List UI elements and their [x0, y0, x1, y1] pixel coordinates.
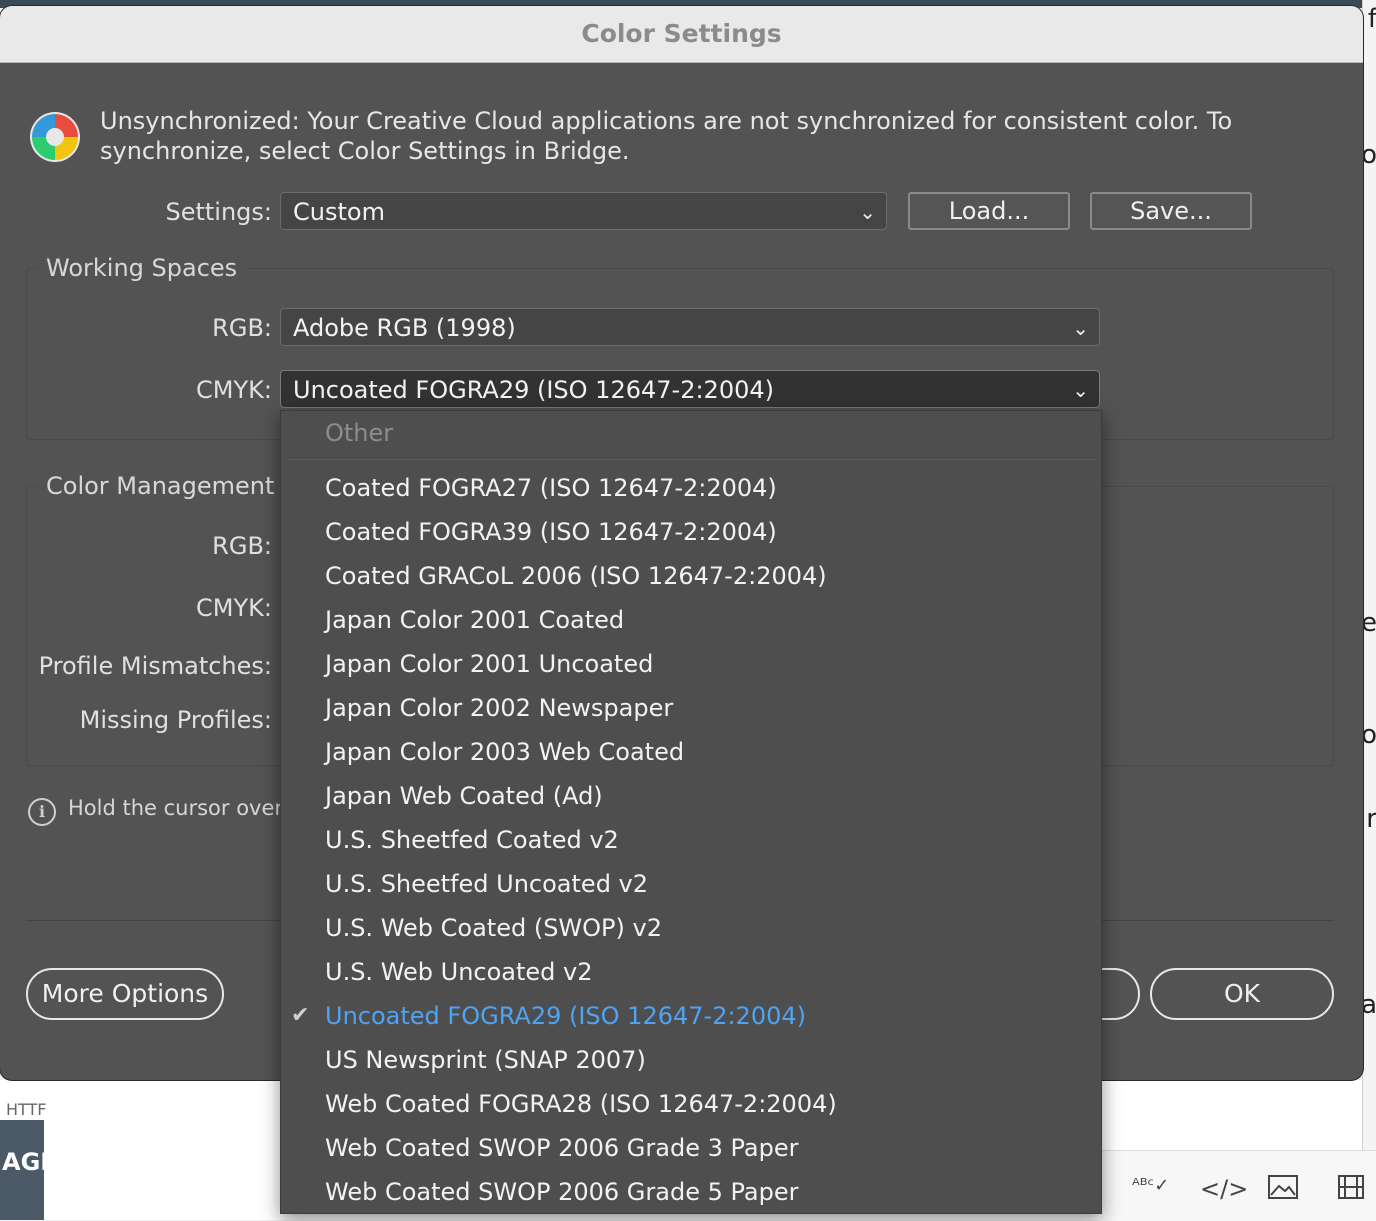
- save-button[interactable]: Save...: [1090, 192, 1252, 230]
- bg-http-text: HTTF: [6, 1100, 47, 1119]
- more-options-button[interactable]: More Options: [26, 968, 224, 1020]
- info-icon: i: [28, 798, 56, 826]
- menu-item[interactable]: Japan Color 2003 Web Coated: [281, 730, 1101, 774]
- info-text: Hold the cursor over a: [68, 796, 303, 820]
- profile-mismatches-label: Profile Mismatches:: [38, 652, 272, 680]
- bg-agi-text: AGI: [2, 1148, 50, 1176]
- chevron-down-icon: ⌄: [859, 200, 876, 224]
- menu-separator: [287, 459, 1095, 460]
- menu-item[interactable]: U.S. Sheetfed Coated v2: [281, 818, 1101, 862]
- menu-item-label: U.S. Sheetfed Uncoated v2: [325, 870, 649, 898]
- menu-item[interactable]: US Newsprint (SNAP 2007): [281, 1038, 1101, 1082]
- menu-item-label: Coated GRACoL 2006 (ISO 12647-2:2004): [325, 562, 827, 590]
- settings-select[interactable]: Custom ⌄: [280, 192, 887, 230]
- menu-header-other: Other: [325, 419, 394, 447]
- checkmark-icon: ✔: [291, 1003, 310, 1028]
- bg-fragment: a: [1361, 990, 1376, 1020]
- menu-item-label: U.S. Sheetfed Coated v2: [325, 826, 619, 854]
- cm-rgb-label: RGB:: [212, 532, 272, 560]
- menu-item[interactable]: ✔ Uncoated FOGRA29 (ISO 12647-2:2004): [281, 994, 1101, 1038]
- menu-item-label: U.S. Web Uncoated v2: [325, 958, 593, 986]
- menu-item[interactable]: Web Coated SWOP 2006 Grade 3 Paper: [281, 1126, 1101, 1170]
- cm-cmyk-label: CMYK:: [196, 594, 272, 622]
- working-rgb-select[interactable]: Adobe RGB (1998) ⌄: [280, 308, 1100, 346]
- bg-fragment: o: [1361, 140, 1376, 170]
- dialog-title: Color Settings: [0, 6, 1363, 63]
- menu-item[interactable]: Japan Color 2002 Newspaper: [281, 686, 1101, 730]
- menu-item-label: Uncoated FOGRA29 (ISO 12647-2:2004): [325, 1002, 806, 1030]
- color-wheel-icon: [30, 112, 80, 162]
- menu-item[interactable]: Japan Web Coated (Ad): [281, 774, 1101, 818]
- menu-item[interactable]: Web Coated SWOP 2006 Grade 5 Paper: [281, 1170, 1101, 1213]
- settings-label: Settings:: [165, 198, 272, 226]
- menu-item-label: Japan Color 2003 Web Coated: [325, 738, 685, 766]
- ok-button[interactable]: OK: [1150, 968, 1334, 1020]
- menu-item[interactable]: U.S. Sheetfed Uncoated v2: [281, 862, 1101, 906]
- working-spaces-title: Working Spaces: [38, 254, 246, 282]
- menu-item-label: Web Coated SWOP 2006 Grade 3 Paper: [325, 1134, 799, 1162]
- menu-item-label: Web Coated FOGRA28 (ISO 12647-2:2004): [325, 1090, 837, 1118]
- cmyk-dropdown-menu: Other Coated FOGRA27 (ISO 12647-2:2004) C…: [280, 410, 1102, 1214]
- menu-item-label: Coated FOGRA39 (ISO 12647-2:2004): [325, 518, 777, 546]
- menu-item-label: Web Coated SWOP 2006 Grade 5 Paper: [325, 1178, 799, 1206]
- menu-item[interactable]: U.S. Web Coated (SWOP) v2: [281, 906, 1101, 950]
- bg-fragment: e: [1361, 608, 1376, 638]
- chevron-down-icon: ⌄: [1072, 378, 1089, 402]
- menu-item-label: Japan Color 2002 Newspaper: [325, 694, 674, 722]
- working-rgb-label: RGB:: [212, 314, 272, 342]
- working-cmyk-select[interactable]: Uncoated FOGRA29 (ISO 12647-2:2004) ⌄: [280, 370, 1100, 408]
- bg-fragment: f: [1367, 4, 1376, 34]
- menu-item-label: U.S. Web Coated (SWOP) v2: [325, 914, 662, 942]
- menu-item-label: Coated FOGRA27 (ISO 12647-2:2004): [325, 474, 777, 502]
- menu-item-label: Japan Web Coated (Ad): [325, 782, 603, 810]
- menu-item[interactable]: U.S. Web Uncoated v2: [281, 950, 1101, 994]
- code-icon[interactable]: </>: [1200, 1175, 1248, 1203]
- menu-item[interactable]: Coated GRACoL 2006 (ISO 12647-2:2004): [281, 554, 1101, 598]
- bg-toolbar: ᴬᴮᶜ✓ </>: [1100, 1150, 1376, 1221]
- sync-message: Unsynchronized: Your Creative Cloud appl…: [100, 107, 1233, 165]
- load-button[interactable]: Load...: [908, 192, 1070, 230]
- working-cmyk-value: Uncoated FOGRA29 (ISO 12647-2:2004): [293, 376, 774, 404]
- bg-fragment: r: [1366, 804, 1376, 834]
- image-icon[interactable]: [1268, 1175, 1298, 1199]
- working-cmyk-label: CMYK:: [196, 376, 272, 404]
- menu-item[interactable]: Coated FOGRA39 (ISO 12647-2:2004): [281, 510, 1101, 554]
- menu-item-label: Japan Color 2001 Coated: [325, 606, 625, 634]
- working-rgb-value: Adobe RGB (1998): [293, 314, 516, 342]
- menu-item[interactable]: Coated FOGRA27 (ISO 12647-2:2004): [281, 466, 1101, 510]
- missing-profiles-label: Missing Profiles:: [79, 706, 272, 734]
- film-icon[interactable]: [1338, 1175, 1364, 1199]
- menu-item[interactable]: Web Coated FOGRA28 (ISO 12647-2:2004): [281, 1082, 1101, 1126]
- chevron-down-icon: ⌄: [1072, 316, 1089, 340]
- bg-fragment: o: [1361, 720, 1376, 750]
- menu-item-label: Japan Color 2001 Uncoated: [325, 650, 654, 678]
- menu-item[interactable]: Japan Color 2001 Coated: [281, 598, 1101, 642]
- color-management-title: Color Management P: [38, 472, 305, 500]
- background-app-right: f o e o r a: [1361, 0, 1376, 1220]
- spellcheck-icon[interactable]: ᴬᴮᶜ✓: [1132, 1175, 1169, 1196]
- menu-item[interactable]: Japan Color 2001 Uncoated: [281, 642, 1101, 686]
- menu-item-label: US Newsprint (SNAP 2007): [325, 1046, 646, 1074]
- settings-value: Custom: [293, 198, 385, 226]
